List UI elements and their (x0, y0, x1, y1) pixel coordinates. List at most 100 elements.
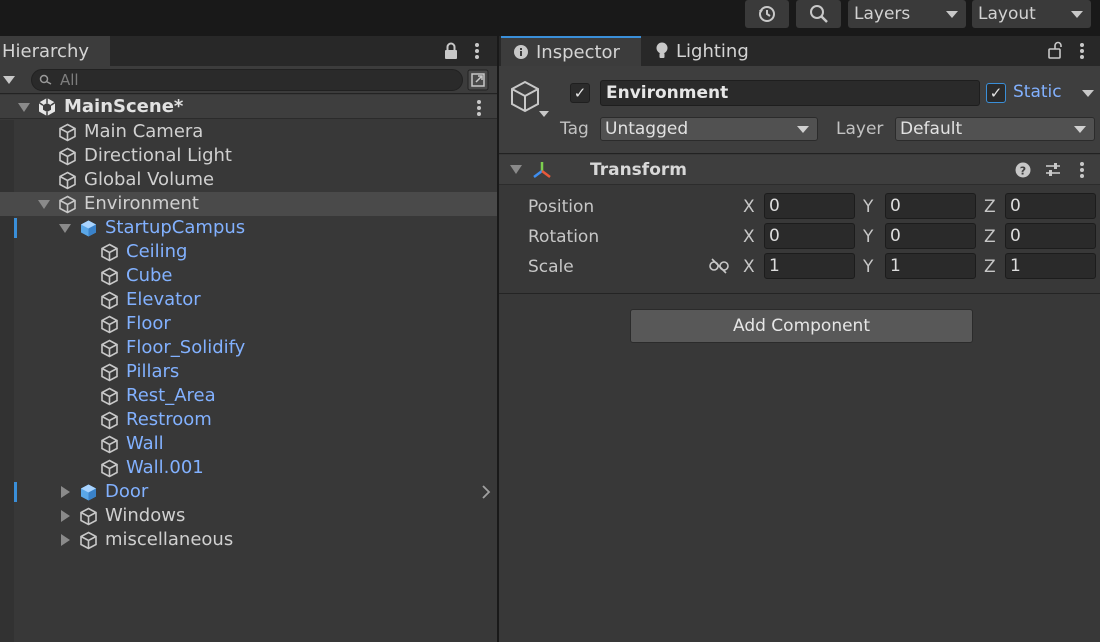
foldout-arrow-icon[interactable] (510, 165, 522, 174)
collapse-arrow-icon[interactable] (61, 534, 70, 546)
expand-arrow-icon[interactable] (18, 103, 30, 112)
hierarchy-item-label: Ceiling (126, 241, 188, 262)
hierarchy-item-global-volume[interactable]: Global Volume (0, 168, 497, 192)
hierarchy-item-pillars[interactable]: Pillars (0, 360, 497, 384)
static-dropdown-caret[interactable] (1082, 90, 1094, 97)
axis-x-label[interactable]: X (743, 196, 755, 218)
transform-body: Position X 0 Y 0 Z 0 Rotation X 0 Y 0 Z … (499, 186, 1100, 294)
expand-arrow-icon[interactable] (59, 224, 71, 233)
hierarchy-item-floor-solidify[interactable]: Floor_Solidify (0, 336, 497, 360)
lock-icon[interactable] (443, 42, 459, 60)
hierarchy-item-door[interactable]: Door (0, 480, 497, 504)
tab-lighting[interactable]: Lighting (649, 36, 769, 66)
hierarchy-item-label: Floor_Solidify (126, 337, 246, 358)
caret-down-icon (797, 126, 809, 133)
position-y-field[interactable]: 0 (885, 193, 976, 219)
open-prefab-chevron-icon[interactable] (481, 485, 491, 499)
collapse-arrow-icon[interactable] (61, 486, 70, 498)
hierarchy-item-label: Directional Light (84, 145, 232, 166)
hierarchy-item-cube[interactable]: Cube (0, 264, 497, 288)
layers-dropdown[interactable]: Layers (848, 0, 966, 28)
search-button[interactable] (796, 0, 841, 28)
axis-y-label[interactable]: Y (863, 226, 873, 248)
hierarchy-item-elevator[interactable]: Elevator (0, 288, 497, 312)
tag-value: Untagged (605, 119, 689, 139)
gameobject-icon (101, 315, 118, 334)
prefab-override-marker (14, 482, 17, 502)
tab-hierarchy-label: Hierarchy (2, 40, 90, 62)
caret-down-icon (1071, 11, 1083, 18)
rotation-y-field[interactable]: 0 (885, 223, 976, 249)
kebab-menu-icon[interactable] (1077, 161, 1087, 179)
presets-icon[interactable] (1044, 161, 1062, 179)
gameobject-icon (101, 411, 118, 430)
axis-y-label[interactable]: Y (863, 256, 873, 278)
axis-x-label[interactable]: X (743, 226, 755, 248)
hierarchy-item-startupcampus[interactable]: StartupCampus (0, 216, 497, 240)
hierarchy-item-main-camera[interactable]: Main Camera (0, 120, 497, 144)
rotation-z-field[interactable]: 0 (1005, 223, 1096, 249)
hierarchy-item-restroom[interactable]: Restroom (0, 408, 497, 432)
expand-arrow-icon[interactable] (38, 200, 50, 209)
kebab-menu-icon[interactable] (474, 99, 484, 117)
constrain-proportions-icon[interactable] (709, 258, 729, 274)
rotation-x-field[interactable]: 0 (764, 223, 855, 249)
kebab-menu-icon[interactable] (472, 42, 482, 60)
unlock-icon[interactable] (1047, 41, 1063, 59)
add-component-label: Add Component (732, 316, 870, 336)
open-scene-icon[interactable] (467, 69, 489, 91)
tab-hierarchy[interactable]: Hierarchy (0, 36, 110, 66)
layout-dropdown[interactable]: Layout (972, 0, 1091, 28)
history-button[interactable] (745, 0, 789, 28)
axis-z-label[interactable]: Z (984, 226, 996, 248)
scale-z-field[interactable]: 1 (1005, 253, 1096, 279)
hierarchy-item-directional-light[interactable]: Directional Light (0, 144, 497, 168)
tab-inspector[interactable]: Inspector (501, 36, 641, 66)
hierarchy-item-environment[interactable]: Environment (0, 192, 497, 216)
gameobject-cube-icon[interactable] (509, 80, 541, 114)
hierarchy-item-label: Cube (126, 265, 173, 286)
gameobject-icon (59, 171, 76, 190)
hierarchy-item-miscellaneous[interactable]: miscellaneous (0, 528, 497, 552)
hierarchy-item-floor[interactable]: Floor (0, 312, 497, 336)
transform-header[interactable]: Transform ? (499, 155, 1100, 185)
position-x-field[interactable]: 0 (764, 193, 855, 219)
static-checkbox[interactable]: ✓ (986, 83, 1006, 103)
scene-row[interactable]: MainScene* (0, 95, 497, 119)
active-checkbox[interactable]: ✓ (570, 83, 590, 103)
help-icon[interactable]: ? (1015, 162, 1031, 178)
hierarchy-item-rest-area[interactable]: Rest_Area (0, 384, 497, 408)
static-label[interactable]: Static (1013, 81, 1062, 103)
gameobject-icon (59, 195, 76, 214)
hierarchy-item-wall[interactable]: Wall (0, 432, 497, 456)
prefab-override-marker (14, 218, 17, 238)
hierarchy-search-input[interactable]: All (31, 69, 463, 91)
axis-z-label[interactable]: Z (984, 196, 996, 218)
axis-z-label[interactable]: Z (984, 256, 996, 278)
collapse-arrow-icon[interactable] (61, 510, 70, 522)
axis-x-label[interactable]: X (743, 256, 755, 278)
hierarchy-item-wall-001[interactable]: Wall.001 (0, 456, 497, 480)
hierarchy-item-ceiling[interactable]: Ceiling (0, 240, 497, 264)
layer-dropdown[interactable]: Default (895, 117, 1095, 141)
gameobject-header: ✓ Environment ✓ Static Tag Untagged Laye… (499, 66, 1100, 154)
scale-y-field[interactable]: 1 (885, 253, 976, 279)
object-name-field[interactable]: Environment (600, 80, 980, 106)
axis-y-label[interactable]: Y (863, 196, 873, 218)
add-component-button[interactable]: Add Component (630, 309, 973, 343)
gameobject-icon (101, 387, 118, 406)
prefab-icon (81, 484, 96, 501)
inspector-panel: Inspector Lighting ✓ Environment ✓ Stati… (499, 36, 1100, 642)
scale-x-field[interactable]: 1 (764, 253, 855, 279)
hierarchy-search-row: All (0, 66, 497, 94)
icon-dropdown-caret[interactable] (539, 111, 549, 117)
hierarchy-item-windows[interactable]: Windows (0, 504, 497, 528)
gameobject-icon (80, 507, 97, 526)
create-dropdown-icon[interactable] (3, 76, 15, 84)
transform-title: Transform (590, 160, 687, 180)
gameobject-icon (59, 123, 76, 142)
tag-dropdown[interactable]: Untagged (600, 117, 818, 141)
tab-lighting-label: Lighting (676, 40, 749, 62)
position-z-field[interactable]: 0 (1005, 193, 1096, 219)
kebab-menu-icon[interactable] (1077, 42, 1087, 60)
